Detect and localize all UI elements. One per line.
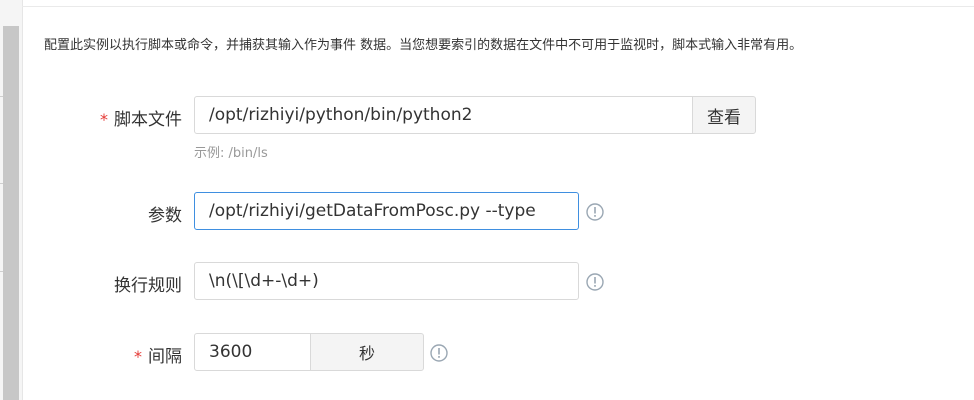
required-mark: * — [100, 110, 108, 129]
script-input-config-page: 配置此实例以执行脚本或命令，并捕获其输入作为事件 数据。当您想要索引的数据在文件… — [0, 0, 974, 400]
interval-unit-addon: 秒 — [310, 333, 424, 371]
line-break-label: 换行规则 — [22, 271, 182, 296]
interval-label: 间隔 — [148, 347, 182, 367]
params-value: /opt/rizhiyi/getDataFromPosc.py --type — [209, 201, 536, 221]
script-file-hint: 示例: /bin/ls — [194, 146, 268, 161]
required-mark: * — [134, 347, 142, 366]
top-divider — [22, 6, 974, 7]
rail-tick — [0, 183, 3, 184]
params-info-icon[interactable] — [586, 203, 604, 221]
interval-info-icon[interactable] — [430, 344, 448, 362]
left-scrollbar[interactable] — [0, 0, 23, 400]
line-break-info-icon[interactable] — [586, 273, 604, 291]
script-file-label: 脚本文件 — [114, 110, 182, 130]
interval-label-row: * 间隔 — [22, 342, 182, 367]
interval-value: 3600 — [209, 342, 253, 362]
interval-input[interactable]: 3600 — [194, 333, 312, 371]
params-label-text: 参数 — [148, 206, 182, 226]
script-file-value: /opt/rizhiyi/python/bin/python2 — [209, 105, 473, 125]
params-input[interactable]: /opt/rizhiyi/getDataFromPosc.py --type — [194, 192, 579, 230]
line-break-input[interactable]: \n(\[\d+-\d+) — [194, 262, 579, 300]
browse-button[interactable]: 查看 — [692, 96, 756, 134]
line-break-value: \n(\[\d+-\d+) — [209, 271, 319, 291]
scrollbar-thumb[interactable] — [3, 26, 19, 400]
script-file-label-row: * 脚本文件 — [22, 105, 182, 130]
rail-tick — [0, 96, 3, 97]
script-file-input[interactable]: /opt/rizhiyi/python/bin/python2 — [194, 96, 694, 134]
line-break-label-text: 换行规则 — [114, 276, 182, 296]
description-text: 配置此实例以执行脚本或命令，并捕获其输入作为事件 数据。当您想要索引的数据在文件… — [44, 38, 803, 53]
rail-tick — [0, 271, 3, 272]
params-label: 参数 — [22, 201, 182, 226]
